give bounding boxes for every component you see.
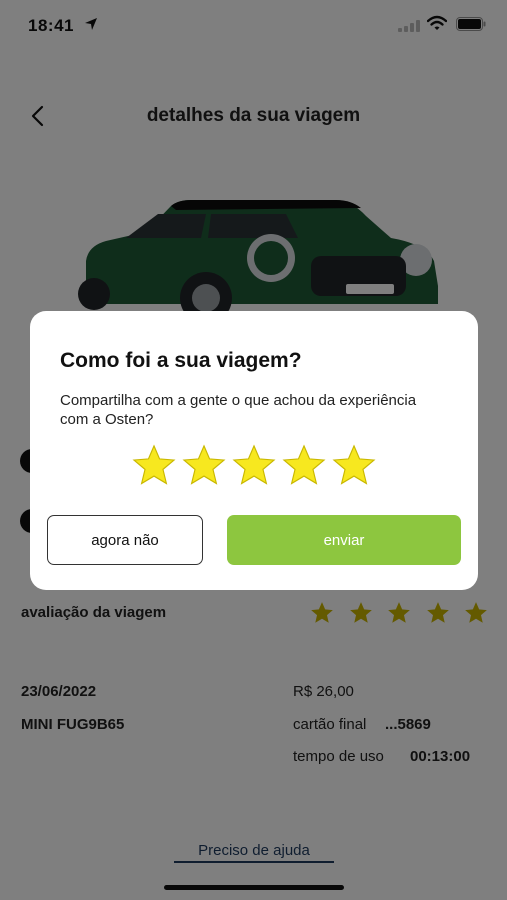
modal-title: Como foi a sua viagem? bbox=[60, 349, 302, 372]
star-icon[interactable] bbox=[281, 444, 327, 486]
star-icon[interactable] bbox=[131, 444, 177, 486]
star-icon[interactable] bbox=[181, 444, 227, 486]
star-icon[interactable] bbox=[331, 444, 377, 486]
trip-details-screen: 18:41 detalhes da sua viagem bbox=[0, 0, 507, 900]
star-icon[interactable] bbox=[231, 444, 277, 486]
modal-star-rating bbox=[131, 444, 377, 486]
send-button[interactable]: enviar bbox=[227, 515, 461, 565]
later-button[interactable]: agora não bbox=[47, 515, 203, 565]
modal-description: Compartilha com a gente o que achou da e… bbox=[60, 392, 417, 428]
rating-modal: Como foi a sua viagem? Compartilha com a… bbox=[30, 311, 478, 590]
